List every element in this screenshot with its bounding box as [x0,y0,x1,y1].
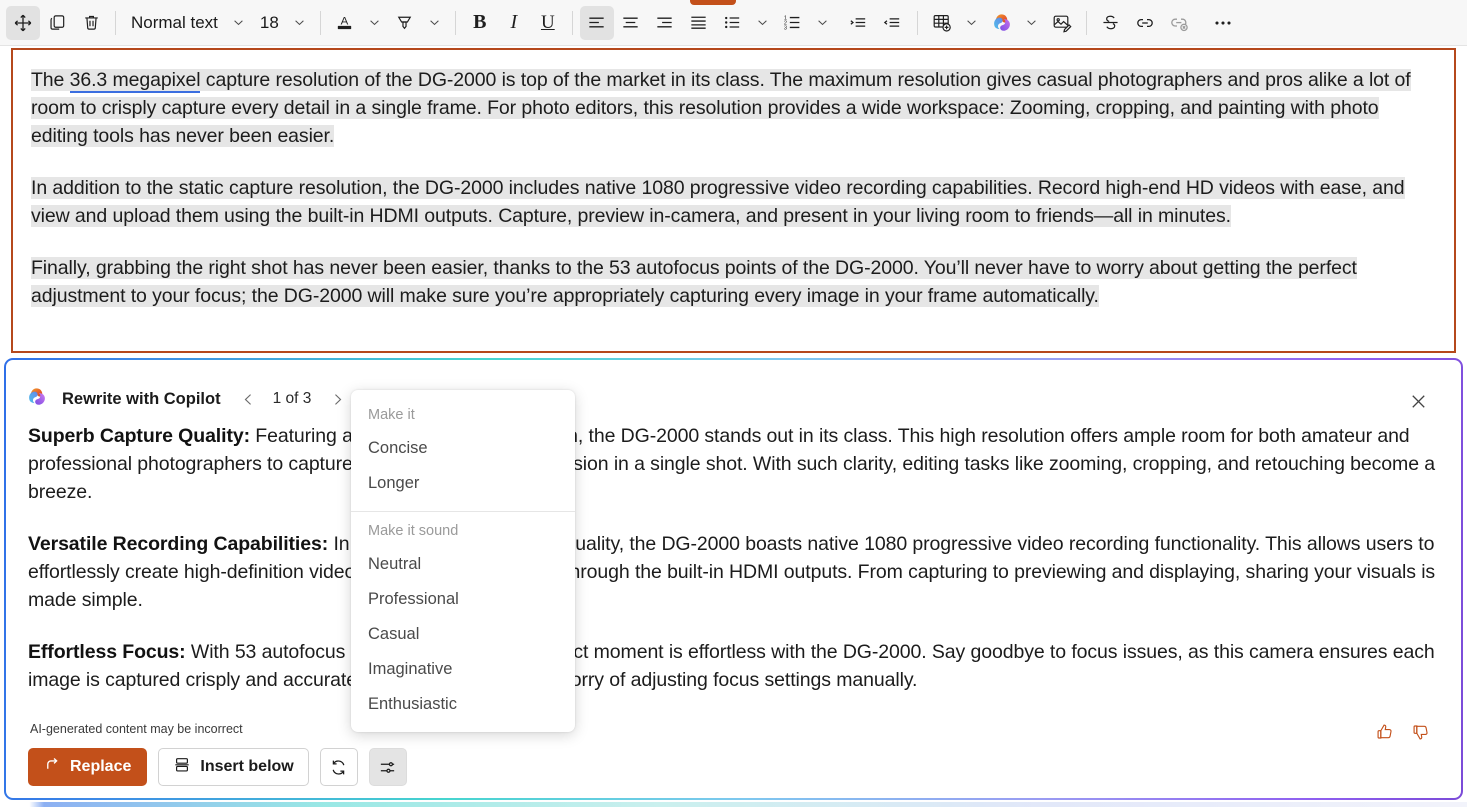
bold-button[interactable]: B [463,6,497,40]
replace-arrow-icon [44,756,61,778]
next-suggestion-chevron-right-icon[interactable] [323,385,351,413]
numbered-list-chevron-down-icon[interactable] [810,6,836,40]
document-paragraph-3: Finally, grabbing the right shot has nev… [31,254,1436,310]
toolbar-divider [917,11,918,35]
align-left-icon[interactable] [580,6,614,40]
insert-below-button[interactable]: Insert below [158,748,308,786]
insert-below-label: Insert below [200,758,293,776]
align-center-icon[interactable] [614,6,648,40]
suggestion-1-heading: Superb Capture Quality: [28,425,250,447]
rewrite-with-copilot-card: Rewrite with Copilot 1 of 3 Superb Captu… [4,358,1463,800]
menu-item-casual[interactable]: Casual [351,617,575,652]
paragraph-style-chevron-down-icon[interactable] [226,6,252,40]
move-handle-icon[interactable] [6,6,40,40]
suggestion-2-heading: Versatile Recording Capabilities: [28,533,328,555]
font-size-chevron-down-icon[interactable] [287,6,313,40]
underline-button[interactable]: U [531,6,565,40]
insert-link-icon[interactable] [1128,6,1162,40]
replace-label: Replace [70,758,131,776]
highlight-color-chevron-down-icon[interactable] [422,6,448,40]
font-color-chevron-down-icon[interactable] [362,6,388,40]
menu-section-heading-make-it-sound: Make it sound [351,514,575,547]
paragraph-3-text: Finally, grabbing the right shot has nev… [31,257,1357,307]
menu-item-concise[interactable]: Concise [351,431,575,466]
replace-button[interactable]: Replace [28,748,147,786]
toolbar-divider [572,11,573,35]
menu-section-heading-make-it: Make it [351,398,575,431]
svg-text:3: 3 [784,25,787,31]
suggestion-paragraph-1: Superb Capture Quality: Featuring a 36.3… [28,422,1441,506]
svg-text:A: A [341,15,349,27]
suggestion-counter: 1 of 3 [271,390,314,408]
copilot-card-header: Rewrite with Copilot 1 of 3 [6,360,1461,416]
toolbar-divider [1086,11,1087,35]
highlight-color-icon[interactable] [388,6,422,40]
copilot-icon[interactable] [985,6,1019,40]
previous-suggestion-chevron-left-icon[interactable] [235,385,263,413]
menu-item-neutral[interactable]: Neutral [351,547,575,582]
italic-label: I [511,11,518,34]
delete-icon[interactable] [74,6,108,40]
insert-table-icon[interactable] [925,6,959,40]
bulleted-list-icon[interactable] [716,6,750,40]
document-paragraph-2: In addition to the static capture resolu… [31,174,1436,230]
copy-icon[interactable] [40,6,74,40]
bulleted-list-chevron-down-icon[interactable] [750,6,776,40]
copilot-action-bar: Replace Insert below [28,748,407,786]
font-size-label[interactable]: 18 [252,6,287,40]
active-tab-marker [690,0,736,5]
font-color-icon[interactable]: A [328,6,362,40]
suggestion-paragraph-2: Versatile Recording Capabilities: In add… [28,530,1441,614]
regenerate-button[interactable] [320,748,358,786]
copilot-logo-icon [26,386,48,413]
toolbar-divider [115,11,116,35]
copilot-card-title: Rewrite with Copilot [62,390,221,409]
menu-item-professional[interactable]: Professional [351,582,575,617]
paragraph-style-label[interactable]: Normal text [123,6,226,40]
align-right-icon[interactable] [648,6,682,40]
bottom-gradient-stripe [0,802,1467,807]
feedback-controls [1373,720,1433,744]
toolbar-divider [320,11,321,35]
close-copilot-card-icon[interactable] [1401,384,1435,418]
copilot-chevron-down-icon[interactable] [1019,6,1045,40]
underline-label: U [541,12,555,34]
formatting-toolbar: Normal text 18 A B I U [0,0,1467,46]
thumbs-down-icon[interactable] [1409,720,1433,744]
decrease-indent-icon[interactable] [842,6,876,40]
insert-table-chevron-down-icon[interactable] [959,6,985,40]
remove-link-icon[interactable] [1162,6,1196,40]
bold-label: B [473,11,486,34]
increase-indent-icon[interactable] [876,6,910,40]
copilot-suggestion-body: Superb Capture Quality: Featuring a 36.3… [6,416,1461,694]
paragraph-1-pre: The [31,69,70,91]
menu-item-enthusiastic[interactable]: Enthusiastic [351,687,575,722]
paragraph-1-post: capture resolution of the DG-2000 is top… [31,69,1411,147]
ai-disclaimer-text: AI-generated content may be incorrect [30,722,243,736]
spelling-error-text[interactable]: 36.3 megapixel [70,69,201,93]
menu-item-imaginative[interactable]: Imaginative [351,652,575,687]
insert-image-icon[interactable] [1045,6,1079,40]
document-paragraph-1: The 36.3 megapixel capture resolution of… [31,66,1436,150]
menu-divider [351,511,575,512]
paragraph-2-text: In addition to the static capture resolu… [31,177,1405,227]
more-options-icon[interactable] [1206,6,1240,40]
italic-button[interactable]: I [497,6,531,40]
thumbs-up-icon[interactable] [1373,720,1397,744]
menu-item-longer[interactable]: Longer [351,466,575,501]
suggestion-3-heading: Effortless Focus: [28,641,186,663]
suggestion-paragraph-3: Effortless Focus: With 53 autofocus poin… [28,638,1441,694]
document-editing-area[interactable]: The 36.3 megapixel capture resolution of… [11,48,1456,353]
adjust-settings-button[interactable] [369,748,407,786]
insert-below-icon [173,756,191,779]
suggestion-3-body: With 53 autofocus points, capturing the … [28,641,1435,691]
justify-icon[interactable] [682,6,716,40]
rewrite-options-menu: Make it Concise Longer Make it sound Neu… [351,390,575,732]
numbered-list-icon[interactable]: 1 2 3 [776,6,810,40]
toolbar-divider [455,11,456,35]
strikethrough-icon[interactable] [1094,6,1128,40]
